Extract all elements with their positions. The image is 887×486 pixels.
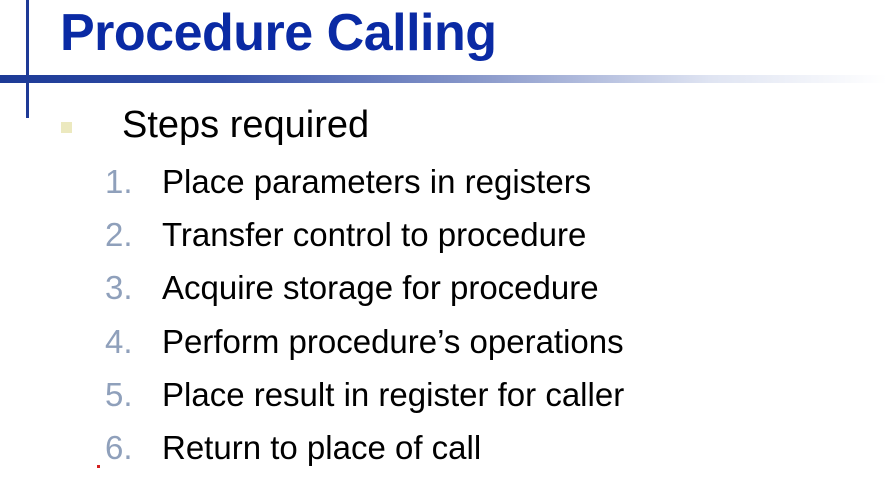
step-text: Transfer control to procedure (162, 216, 587, 254)
step-text: Acquire storage for procedure (162, 269, 599, 307)
step-number: 6. (105, 428, 133, 466)
pointer-dot (97, 465, 100, 468)
title-underline-gradient (0, 75, 887, 83)
slide-title: Procedure Calling (60, 4, 497, 62)
step-number: 5. (105, 375, 133, 413)
main-bullet-text: Steps required (122, 104, 370, 146)
step-text: Perform procedure’s operations (162, 322, 624, 360)
step-text: Place result in register for caller (162, 375, 625, 413)
square-bullet-icon (61, 122, 72, 133)
title-accent-line (26, 0, 29, 118)
step-text: Return to place of call (162, 428, 482, 466)
step-text: Place parameters in registers (162, 163, 592, 200)
step-number: 2. (105, 216, 133, 254)
step-number: 4. (105, 322, 133, 360)
step-number: 3. (105, 269, 133, 307)
step-number: 1. (105, 163, 133, 200)
